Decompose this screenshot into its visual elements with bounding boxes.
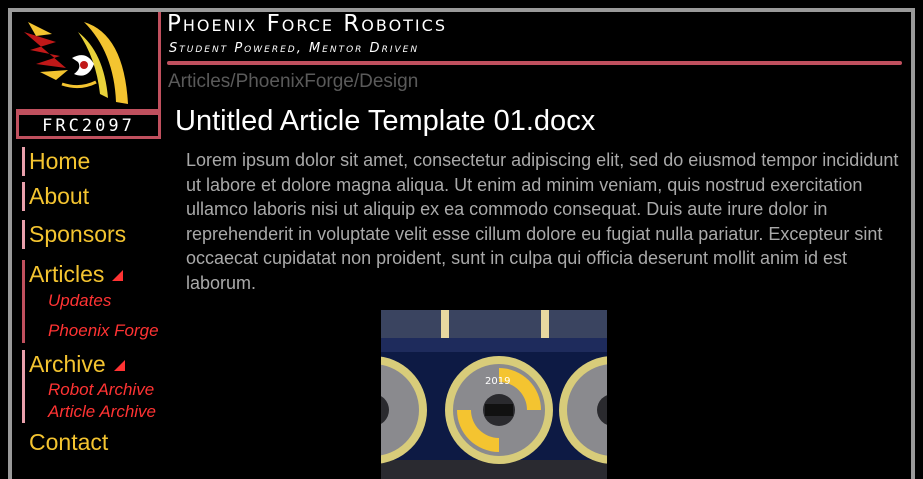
site-tagline: Student Powered, Mentor Driven bbox=[169, 41, 420, 56]
expand-triangle-icon[interactable] bbox=[113, 360, 125, 372]
phoenix-logo-icon bbox=[24, 22, 128, 104]
nav-group-contact: Contact bbox=[22, 428, 172, 457]
article-title: Untitled Article Template 01.docx bbox=[175, 105, 596, 137]
wheel-center bbox=[445, 356, 553, 464]
header-divider bbox=[167, 61, 902, 65]
nav-sub-robot-archive[interactable]: Robot Archive bbox=[29, 379, 172, 400]
robot-wheels-photo-icon: 2019 bbox=[381, 310, 607, 479]
nav-articles-label: Articles bbox=[29, 261, 105, 287]
nav-sub-article-archive[interactable]: Article Archive bbox=[29, 400, 172, 423]
wheel-year-label: 2019 bbox=[485, 376, 510, 387]
team-number-badge: FRC2097 bbox=[16, 112, 161, 139]
nav-about[interactable]: About bbox=[29, 182, 172, 211]
nav-home[interactable]: Home bbox=[29, 147, 172, 176]
logo[interactable] bbox=[16, 12, 161, 112]
nav-group-sponsors: Sponsors bbox=[22, 220, 172, 249]
sidebar-nav: Home About Sponsors Articles Updates Pho… bbox=[22, 147, 172, 463]
breadcrumb[interactable]: Articles/PhoenixForge/Design bbox=[168, 71, 418, 93]
nav-group-about: About bbox=[22, 182, 172, 211]
article-photo: 2019 bbox=[381, 310, 607, 479]
nav-sub-updates[interactable]: Updates bbox=[29, 289, 172, 313]
nav-group-archive: Archive Robot Archive Article Archive bbox=[22, 350, 172, 423]
nav-group-articles: Articles Updates Phoenix Forge bbox=[22, 260, 172, 343]
nav-archive-label: Archive bbox=[29, 351, 106, 377]
nav-archive[interactable]: Archive bbox=[29, 350, 172, 379]
nav-sponsors[interactable]: Sponsors bbox=[29, 220, 172, 249]
nav-contact[interactable]: Contact bbox=[29, 428, 172, 457]
nav-articles[interactable]: Articles bbox=[29, 260, 172, 289]
nav-sub-phoenix-forge[interactable]: Phoenix Forge bbox=[29, 319, 172, 343]
expand-triangle-icon[interactable] bbox=[112, 270, 124, 282]
site-title[interactable]: Phoenix Force Robotics bbox=[167, 11, 447, 37]
article-body: Lorem ipsum dolor sit amet, consectetur … bbox=[186, 150, 899, 293]
nav-group-home: Home bbox=[22, 147, 172, 176]
